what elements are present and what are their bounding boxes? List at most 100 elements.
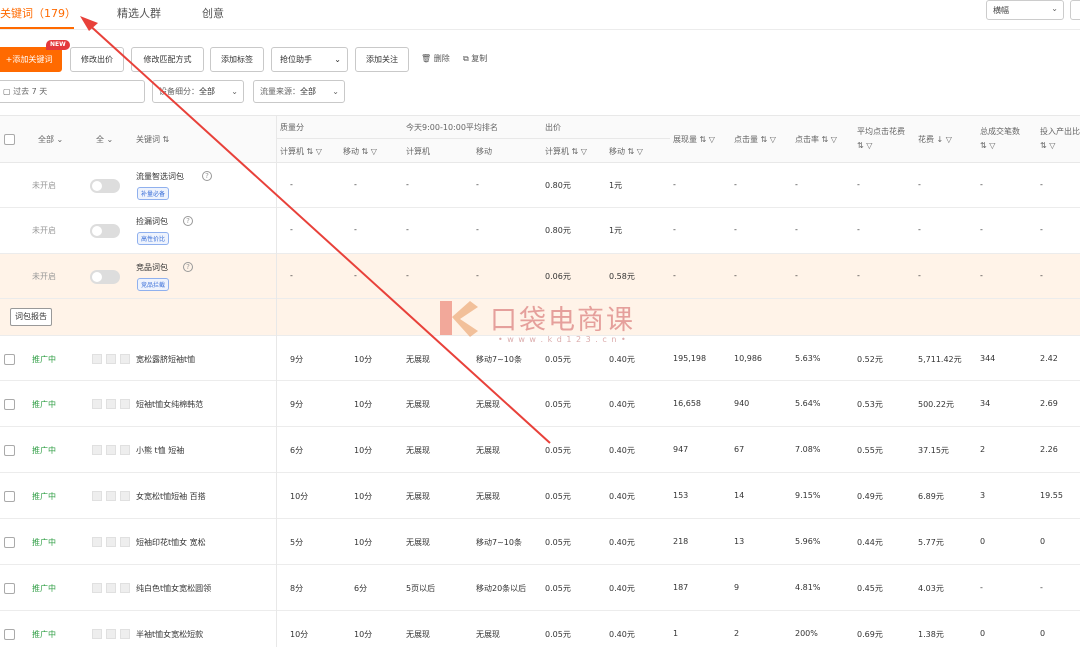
keyword-header[interactable]: 关键词 ⇅ bbox=[136, 134, 169, 145]
row-checkbox[interactable] bbox=[4, 537, 15, 548]
modify-match-button[interactable]: 修改匹配方式 bbox=[131, 47, 204, 72]
bid-mobile[interactable]: 0.40元 bbox=[609, 583, 635, 594]
view-select[interactable]: 横幅 ⌄ bbox=[986, 0, 1064, 20]
help-icon[interactable]: ? bbox=[202, 171, 212, 181]
roi-sort[interactable]: ⇅ ▽ bbox=[1040, 141, 1055, 150]
clicks: 940 bbox=[734, 399, 750, 408]
ctr: 5.64% bbox=[795, 399, 821, 408]
avg-cpc-sort[interactable]: ⇅ ▽ bbox=[857, 141, 872, 150]
bid-pc[interactable]: 0.05元 bbox=[545, 629, 571, 640]
bid-pc[interactable]: 0.05元 bbox=[545, 583, 571, 594]
keyword-name[interactable]: 短袖印花t恤女 宽松 bbox=[136, 537, 206, 548]
bid-mobile[interactable]: 0.40元 bbox=[609, 399, 635, 410]
row-checkbox[interactable] bbox=[4, 491, 15, 502]
device-icon bbox=[120, 445, 130, 455]
bid-pc[interactable]: 0.05元 bbox=[545, 354, 571, 365]
bid-mobile[interactable]: 0.40元 bbox=[609, 445, 635, 456]
bid-pc[interactable]: 0.80元 bbox=[545, 180, 571, 191]
device-icon bbox=[92, 629, 102, 639]
delete-action[interactable]: 🗑 删除 bbox=[421, 53, 450, 64]
roi-header[interactable]: 投入产出比 bbox=[1040, 126, 1080, 137]
keyword-name[interactable]: 半袖t恤女宽松短款 bbox=[136, 629, 203, 640]
bid-group-header: 出价 bbox=[545, 123, 561, 132]
watermark-brand: 口袋电商课 bbox=[490, 305, 635, 336]
rank-helper-dropdown[interactable]: 抢位助手 ⌄ bbox=[271, 47, 348, 72]
orders: - bbox=[980, 180, 983, 189]
impressions-header[interactable]: 展现量 ⇅ ▽ bbox=[673, 134, 715, 145]
keyword-name[interactable]: 纯白色t恤女宽松圆领 bbox=[136, 583, 211, 594]
bid-mobile[interactable]: 1元 bbox=[609, 225, 622, 236]
status-filter-header[interactable]: 全部 ⌄ bbox=[38, 134, 63, 145]
type-filter-header[interactable]: 全 ⌄ bbox=[96, 134, 113, 145]
row-checkbox[interactable] bbox=[4, 583, 15, 594]
package-toggle[interactable] bbox=[90, 270, 120, 284]
orders-sort[interactable]: ⇅ ▽ bbox=[980, 141, 995, 150]
keyword-name[interactable]: 小熊 t恤 短袖 bbox=[136, 445, 184, 456]
keyword-name[interactable]: 宽松露脐短袖t恤 bbox=[136, 354, 195, 365]
source-filter[interactable]: 流量来源：全部 ⌄ bbox=[253, 80, 345, 103]
package-report-button[interactable]: 词包报告 bbox=[10, 308, 52, 326]
package-toggle[interactable] bbox=[90, 224, 120, 238]
extra-select[interactable] bbox=[1070, 0, 1080, 20]
row-checkbox[interactable] bbox=[4, 354, 15, 365]
bid-mobile[interactable]: 0.40元 bbox=[609, 537, 635, 548]
add-follow-button[interactable]: 添加关注 bbox=[355, 47, 409, 72]
bid-mobile[interactable]: 0.40元 bbox=[609, 629, 635, 640]
row-checkbox[interactable] bbox=[4, 399, 15, 410]
device-icon bbox=[120, 354, 130, 364]
row-checkbox[interactable] bbox=[4, 445, 15, 456]
bid-pc[interactable]: 0.05元 bbox=[545, 399, 571, 410]
package-tag: 高性价比 bbox=[137, 232, 170, 245]
spend-header[interactable]: 花费 ↓ ▽ bbox=[918, 134, 952, 145]
bid-mobile-header[interactable]: 移动 ⇅ ▽ bbox=[609, 146, 643, 157]
date-range-picker[interactable]: ▢ 过去 7 天 bbox=[0, 80, 145, 103]
bid-pc-header[interactable]: 计算机 ⇅ ▽ bbox=[545, 146, 587, 157]
add-tag-button[interactable]: 添加标签 bbox=[210, 47, 264, 72]
package-name[interactable]: 竞品词包 bbox=[136, 262, 168, 273]
keyword-name[interactable]: 短袖t恤女纯棉韩范 bbox=[136, 399, 203, 410]
quality-pc-header[interactable]: 计算机 ⇅ ▽ bbox=[280, 146, 322, 157]
bid-mobile[interactable]: 1元 bbox=[609, 180, 622, 191]
quality-mobile: - bbox=[354, 271, 357, 280]
package-toggle[interactable] bbox=[90, 179, 120, 193]
watermark-logo bbox=[440, 301, 478, 337]
bid-pc[interactable]: 0.05元 bbox=[545, 537, 571, 548]
package-name[interactable]: 流量智选词包 bbox=[136, 171, 184, 182]
quality-mobile: 10分 bbox=[354, 492, 373, 501]
rank-pc: 无展现 bbox=[406, 400, 430, 409]
avg-cpc-header[interactable]: 平均点击花费 bbox=[857, 126, 905, 137]
add-keyword-button[interactable]: +添加关键词 bbox=[0, 47, 62, 72]
package-name[interactable]: 捡漏词包 bbox=[136, 216, 168, 227]
tab-creative[interactable]: 创意 bbox=[202, 5, 224, 21]
device-icon bbox=[106, 629, 116, 639]
ctr-header[interactable]: 点击率 ⇅ ▽ bbox=[795, 134, 837, 145]
bid-pc[interactable]: 0.05元 bbox=[545, 445, 571, 456]
bid-mobile[interactable]: 0.40元 bbox=[609, 354, 635, 365]
tab-audience[interactable]: 精选人群 bbox=[117, 5, 161, 21]
package-row: 未开启 捡漏词包 ? 高性价比 - - - - 0.80元 1元 - - - -… bbox=[0, 208, 1080, 254]
modify-bid-button[interactable]: 修改出价 bbox=[70, 47, 124, 72]
bid-pc[interactable]: 0.06元 bbox=[545, 271, 571, 282]
bid-mobile[interactable]: 0.58元 bbox=[609, 271, 635, 282]
orders-header[interactable]: 总成交笔数 bbox=[980, 126, 1020, 137]
bid-pc[interactable]: 0.05元 bbox=[545, 491, 571, 502]
watermark-url: • w w w . k d 1 2 3 . c n • bbox=[498, 335, 627, 344]
impressions: 218 bbox=[673, 537, 689, 546]
bid-mobile[interactable]: 0.40元 bbox=[609, 491, 635, 502]
copy-action[interactable]: ⧉ 复制 bbox=[463, 53, 487, 64]
select-all-checkbox[interactable] bbox=[4, 134, 15, 145]
quality-mobile: - bbox=[354, 225, 357, 234]
rank-pc: - bbox=[406, 180, 409, 189]
ctr: 4.81% bbox=[795, 583, 821, 592]
copy-label: 复制 bbox=[471, 54, 488, 63]
clicks-header[interactable]: 点击量 ⇅ ▽ bbox=[734, 134, 776, 145]
help-icon[interactable]: ? bbox=[183, 216, 193, 226]
quality-mobile-header[interactable]: 移动 ⇅ ▽ bbox=[343, 146, 377, 157]
bid-pc[interactable]: 0.80元 bbox=[545, 225, 571, 236]
device-filter[interactable]: 设备细分：全部 ⌄ bbox=[152, 80, 244, 103]
tab-keywords[interactable]: 关键词（179） bbox=[0, 5, 76, 21]
help-icon[interactable]: ? bbox=[183, 262, 193, 272]
row-checkbox[interactable] bbox=[4, 629, 15, 640]
keyword-status: 推广中 bbox=[32, 584, 56, 593]
keyword-name[interactable]: 女宽松t恤短袖 百搭 bbox=[136, 491, 206, 502]
